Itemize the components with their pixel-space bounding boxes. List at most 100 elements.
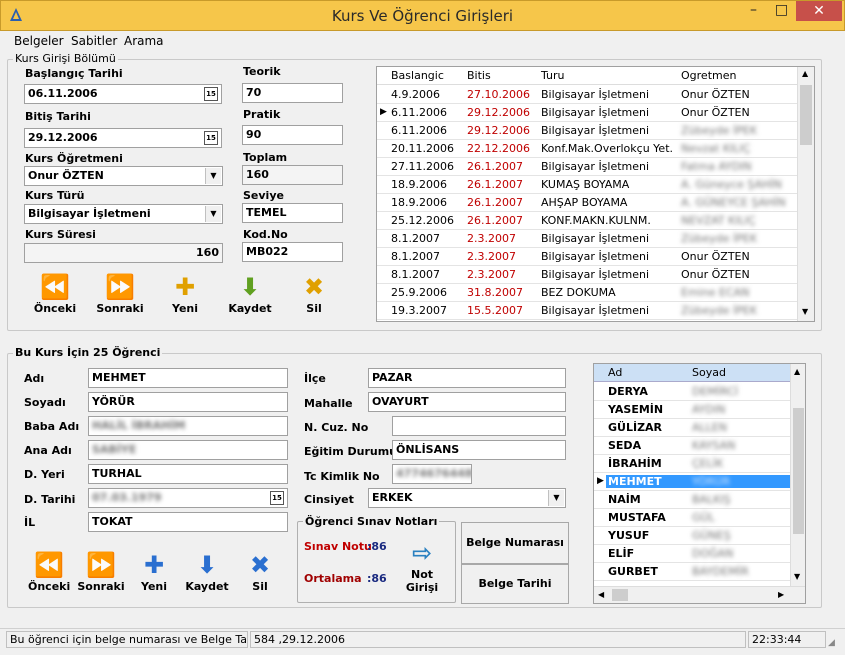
minimize-button[interactable]: – bbox=[740, 1, 767, 21]
table-row[interactable]: İBRAHİM ÇELİK bbox=[594, 455, 790, 473]
table-row[interactable]: SEDA KAYSAN bbox=[594, 437, 790, 455]
pratik-field[interactable]: 90 bbox=[242, 125, 343, 145]
chevron-left-icon[interactable]: ◀ bbox=[598, 590, 604, 599]
window-title: Kurs Ve Öğrenci Girişleri bbox=[331, 7, 514, 25]
table-cell: 29.12.2006 bbox=[467, 124, 530, 137]
table-row[interactable]: 18.9.2006 26.1.2007 AHŞAP BOYAMA A. GÜNEYCE… bbox=[377, 194, 797, 212]
table-row[interactable]: 8.1.2007 2.3.2007 Bilgisayar İşletmeni Zübe… bbox=[377, 230, 797, 248]
not-girisi-button[interactable]: ⇨ Not Girişi bbox=[393, 538, 451, 594]
menu-belgeler[interactable]: Belgeler bbox=[14, 34, 64, 48]
table-cell: 27.10.2006 bbox=[467, 88, 530, 101]
seviye-field[interactable]: TEMEL bbox=[242, 203, 343, 223]
calendar-icon[interactable]: 15 bbox=[204, 87, 218, 101]
table-row[interactable]: 19.3.2007 15.5.2007 Bilgisayar İşletmeni Zü… bbox=[377, 302, 797, 320]
turu-value: Bilgisayar İşletmeni bbox=[28, 207, 151, 220]
soyadi-field[interactable]: YÖRÜR bbox=[88, 392, 288, 412]
dyeri-field[interactable]: TURHAL bbox=[88, 464, 288, 484]
il-field[interactable]: TOKAT bbox=[88, 512, 288, 532]
chevron-down-icon[interactable]: ▼ bbox=[205, 206, 221, 222]
belge-tarihi-button[interactable]: Belge Tarihi bbox=[461, 564, 569, 604]
col-ogretmen[interactable]: Ogretmen bbox=[681, 69, 736, 82]
ana-field[interactable]: SABİYE bbox=[88, 440, 288, 460]
table-row[interactable]: 25.9.2006 31.8.2007 BEZ DOKUMA Emine ECAN bbox=[377, 284, 797, 302]
belge-numarasi-button[interactable]: Belge Numarası bbox=[461, 522, 569, 564]
kurs-kaydet-button[interactable]: ⬇ Kaydet bbox=[226, 272, 274, 315]
table-row[interactable]: MUSTAFA GÜL bbox=[594, 509, 790, 527]
chevron-down-icon[interactable]: ▼ bbox=[802, 307, 808, 316]
baba-field[interactable]: HALİL İBRAHİM bbox=[88, 416, 288, 436]
baslangic-date-field[interactable]: 06.11.2006 15 bbox=[24, 84, 222, 104]
table-row[interactable]: NAİM BALKIŞ bbox=[594, 491, 790, 509]
ogretmen-select[interactable]: Onur ÖZTEN ▼ bbox=[24, 166, 223, 186]
table-row[interactable]: GURBET BAYDEMİR bbox=[594, 563, 790, 581]
ogrenci-sil-button[interactable]: ✖ Sil bbox=[243, 550, 277, 593]
table-row[interactable]: 6.11.2006 29.12.2006 Bilgisayar İşletmeni Z… bbox=[377, 122, 797, 140]
cuz-field[interactable] bbox=[392, 416, 566, 436]
kurs-grid[interactable]: Baslangic Bitis Turu Ogretmen 4.9.2006 27… bbox=[376, 66, 815, 322]
table-cell: 2.3.2007 bbox=[467, 268, 516, 281]
ogrenci-grid-scrollbar[interactable]: ▲ ▼ bbox=[790, 364, 805, 586]
table-row[interactable]: 8.1.2007 2.3.2007 Bilgisayar İşletmeni Onur… bbox=[377, 248, 797, 266]
ortalama-label: Ortalama bbox=[304, 572, 362, 585]
kurs-onceki-button[interactable]: ⏪ Önceki bbox=[31, 272, 79, 315]
tc-field[interactable]: 47746764480 bbox=[392, 464, 472, 484]
table-row[interactable]: 20.11.2006 22.12.2006 Konf.Mak.Overlokçu Y… bbox=[377, 140, 797, 158]
kurs-grid-scrollbar[interactable]: ▲ ▼ bbox=[797, 67, 814, 321]
col-baslangic[interactable]: Baslangic bbox=[391, 69, 444, 82]
teorik-field[interactable]: 70 bbox=[242, 83, 343, 103]
hscroll-thumb[interactable] bbox=[612, 589, 628, 601]
ilce-field[interactable]: PAZAR bbox=[368, 368, 566, 388]
table-row[interactable]: 8.1.2007 2.3.2007 Bilgisayar İşletmeni Onur… bbox=[377, 266, 797, 284]
ogrenci-grid-hscrollbar[interactable]: ◀ ▶ bbox=[594, 586, 805, 603]
suresi-field[interactable]: 160 bbox=[24, 243, 223, 263]
table-row[interactable]: 27.11.2006 26.1.2007 Bilgisayar İşletmeni F… bbox=[377, 158, 797, 176]
resize-grip-icon[interactable]: ◢ bbox=[828, 638, 835, 648]
table-row[interactable]: 4.9.2006 27.10.2006 Bilgisayar İşletmeni On… bbox=[377, 86, 797, 104]
table-row[interactable]: 25.12.2006 26.1.2007 KONF.MAKN.KULNM. NEVZA… bbox=[377, 212, 797, 230]
col-ad[interactable]: Ad bbox=[608, 366, 622, 379]
bitis-label: Bitiş Tarihi bbox=[25, 110, 91, 123]
chevron-down-icon[interactable]: ▼ bbox=[794, 572, 800, 581]
chevron-down-icon[interactable]: ▼ bbox=[548, 490, 564, 506]
scroll-thumb[interactable] bbox=[793, 408, 804, 534]
table-row[interactable]: GÜLİZAR ALLEN bbox=[594, 419, 790, 437]
table-row[interactable]: ELİF DOĞAN bbox=[594, 545, 790, 563]
calendar-icon[interactable]: 15 bbox=[204, 131, 218, 145]
bitis-date-field[interactable]: 29.12.2006 15 bbox=[24, 128, 222, 148]
ogrenci-grid[interactable]: Ad Soyad DERYA DEMİRCİ YASEMİN AYDIN GÜLİZAR… bbox=[593, 363, 806, 604]
dtarihi-field[interactable]: 07.03.1979 15 bbox=[88, 488, 288, 508]
table-row[interactable]: 18.9.2006 26.1.2007 KUMAŞ BOYAMA A. Güneyce… bbox=[377, 176, 797, 194]
ogrenci-kaydet-button[interactable]: ⬇ Kaydet bbox=[184, 550, 230, 593]
menu-sabitler[interactable]: Sabitler bbox=[71, 34, 117, 48]
chevron-down-icon[interactable]: ▼ bbox=[205, 168, 221, 184]
col-bitis[interactable]: Bitis bbox=[467, 69, 491, 82]
ogrenci-yeni-button[interactable]: ✚ Yeni bbox=[137, 550, 171, 593]
adi-field[interactable]: MEHMET bbox=[88, 368, 288, 388]
ogrenci-sonraki-button[interactable]: ⏩ Sonraki bbox=[77, 550, 125, 593]
maximize-button[interactable]: □ bbox=[768, 1, 795, 21]
scroll-thumb[interactable] bbox=[800, 85, 812, 145]
col-turu[interactable]: Turu bbox=[541, 69, 565, 82]
calendar-icon[interactable]: 15 bbox=[270, 491, 284, 505]
menu-arama[interactable]: Arama bbox=[124, 34, 164, 48]
kurs-yeni-button[interactable]: ✚ Yeni bbox=[164, 272, 206, 315]
table-row[interactable]: DERYA DEMİRCİ bbox=[594, 383, 790, 401]
chevron-up-icon[interactable]: ▲ bbox=[794, 367, 800, 376]
kurs-sonraki-button[interactable]: ⏩ Sonraki bbox=[94, 272, 146, 315]
table-row[interactable]: YUSUF GÜNEŞ bbox=[594, 527, 790, 545]
col-soyad[interactable]: Soyad bbox=[692, 366, 726, 379]
turu-select[interactable]: Bilgisayar İşletmeni ▼ bbox=[24, 204, 223, 224]
table-row[interactable]: ▶ 6.11.2006 29.12.2006 Bilgisayar İşletmeni… bbox=[377, 104, 797, 122]
close-button[interactable]: ✕ bbox=[796, 1, 842, 21]
table-row[interactable]: YASEMİN AYDIN bbox=[594, 401, 790, 419]
chevron-up-icon[interactable]: ▲ bbox=[802, 69, 808, 78]
chevron-right-icon[interactable]: ▶ bbox=[778, 590, 784, 599]
kod-field[interactable]: MB022 bbox=[242, 242, 343, 262]
egitim-field[interactable]: ÖNLİSANS bbox=[392, 440, 566, 460]
table-row[interactable]: ▶ MEHMET YÖRÜR bbox=[594, 473, 790, 491]
mahalle-field[interactable]: OVAYURT bbox=[368, 392, 566, 412]
ogrenci-onceki-button[interactable]: ⏪ Önceki bbox=[28, 550, 70, 593]
toplam-field[interactable]: 160 bbox=[242, 165, 343, 185]
kurs-sil-button[interactable]: ✖ Sil bbox=[294, 272, 334, 315]
cinsiyet-select[interactable]: ERKEK ▼ bbox=[368, 488, 566, 508]
